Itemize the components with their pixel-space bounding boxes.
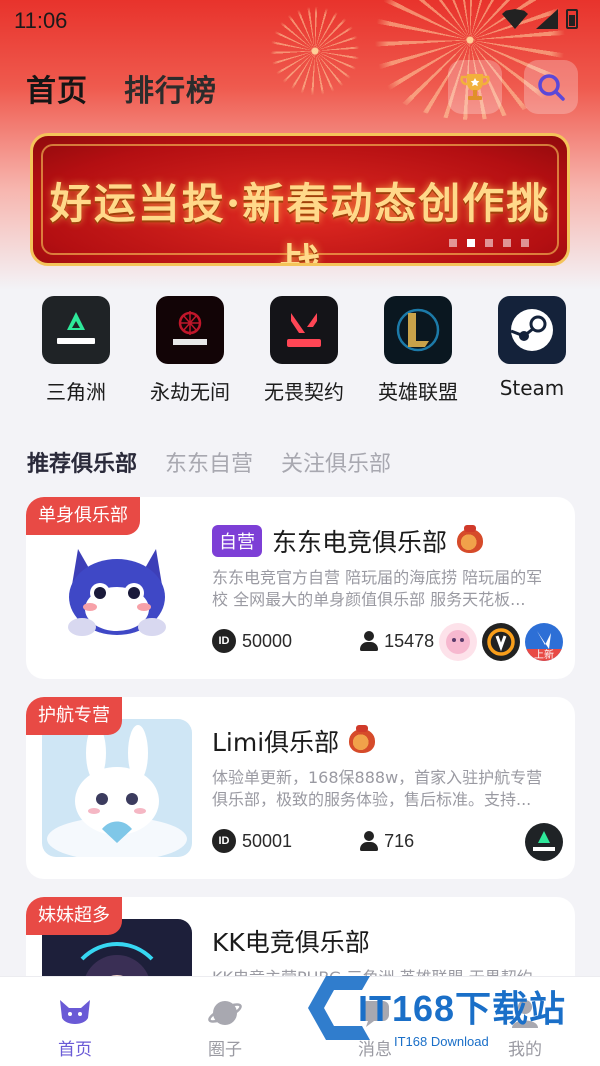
top-tabs: 首页 排行榜 bbox=[26, 66, 217, 110]
self-operated-badge: 自营 bbox=[212, 525, 262, 557]
anime-game-icon bbox=[439, 623, 477, 661]
club-name: KK电竞俱乐部 bbox=[212, 928, 370, 957]
search-icon bbox=[538, 74, 565, 101]
game-item-delta[interactable]: 三角洲 bbox=[26, 296, 126, 405]
tab-recommended-clubs[interactable]: 推荐俱乐部 bbox=[27, 446, 137, 478]
game-category-row: 三角洲 永劫无间 无畏契约 英雄联盟 Steam bbox=[26, 296, 582, 405]
game-label: 无畏契约 bbox=[264, 380, 344, 404]
user-icon bbox=[360, 631, 379, 651]
search-button[interactable] bbox=[524, 60, 578, 114]
carousel-dot[interactable] bbox=[485, 239, 493, 247]
game-item-valorant[interactable]: 无畏契约 bbox=[254, 296, 354, 405]
delta-force-icon bbox=[42, 296, 110, 364]
club-name: 东东电竞俱乐部 bbox=[272, 528, 448, 557]
planet-icon bbox=[206, 995, 244, 1031]
cat-mascot-image bbox=[68, 549, 166, 636]
wifi-icon bbox=[502, 9, 528, 29]
club-card[interactable]: 护航专营 Limi俱乐部 体验单更新，168保888w，首家入驻护航专营俱乐部，… bbox=[26, 697, 575, 879]
id-icon: ID bbox=[212, 829, 236, 853]
club-description: 体验单更新，168保888w，首家入驻护航专营俱乐部，极致的服务体验，售后标准。… bbox=[212, 768, 543, 809]
carousel-dot[interactable] bbox=[521, 239, 529, 247]
club-game-icons bbox=[525, 823, 563, 861]
trophy-icon bbox=[460, 74, 490, 100]
steam-icon bbox=[498, 296, 566, 364]
game-label: Steam bbox=[499, 376, 565, 400]
club-avatar bbox=[42, 519, 192, 657]
new-badge: 上新 bbox=[525, 649, 563, 661]
club-id: 50001 bbox=[242, 830, 293, 851]
valorant-icon bbox=[270, 296, 338, 364]
tab-followed-clubs[interactable]: 关注俱乐部 bbox=[281, 446, 391, 478]
club-stats: ID 50000 15478 bbox=[212, 629, 434, 653]
club-game-icons: 上新 bbox=[439, 623, 563, 661]
bunny-mascot-image bbox=[47, 725, 187, 861]
carousel-dot[interactable] bbox=[503, 239, 511, 247]
trophy-button[interactable] bbox=[448, 60, 502, 114]
promo-banner[interactable]: 好运当投·新春动态创作挑战 bbox=[30, 133, 570, 266]
home-mascot-icon bbox=[56, 995, 94, 1031]
club-avatar bbox=[42, 719, 192, 861]
signal-icon bbox=[536, 9, 558, 29]
game-label: 三角洲 bbox=[46, 380, 106, 404]
id-icon: ID bbox=[212, 629, 236, 653]
profile-icon bbox=[506, 995, 544, 1031]
carousel-dot-active[interactable] bbox=[467, 239, 475, 247]
game-item-lol[interactable]: 英雄联盟 bbox=[368, 296, 468, 405]
club-tag: 护航专营 bbox=[26, 697, 122, 735]
clock: 11:06 bbox=[14, 8, 68, 33]
member-count: 716 bbox=[384, 830, 415, 851]
status-bar: 11:06 bbox=[0, 0, 600, 40]
club-stats: ID 50001 716 bbox=[212, 829, 414, 853]
tab-home[interactable]: 首页 bbox=[26, 66, 88, 110]
status-icons bbox=[502, 9, 578, 29]
delta-force-icon bbox=[525, 823, 563, 861]
overwatch-icon bbox=[482, 623, 520, 661]
club-id: 50000 bbox=[242, 630, 293, 651]
nav-messages[interactable]: 消息 bbox=[330, 995, 420, 1066]
lucky-bag-icon bbox=[457, 525, 484, 553]
carousel-dot[interactable] bbox=[449, 239, 457, 247]
nav-label: 我的 bbox=[508, 1040, 542, 1060]
club-tag: 妹妹超多 bbox=[26, 897, 122, 935]
club-card[interactable]: 单身俱乐部 自营 东东电竞俱乐部 东东电竞官方自营 陪玩届的海底捞 陪玩届的军校… bbox=[26, 497, 575, 679]
tab-self-operated[interactable]: 东东自营 bbox=[165, 446, 253, 478]
club-tag: 单身俱乐部 bbox=[26, 497, 140, 535]
club-section-tabs: 推荐俱乐部 东东自营 关注俱乐部 bbox=[27, 446, 391, 478]
banner-title: 好运当投·新春动态创作挑战 bbox=[49, 179, 551, 266]
game-item-steam[interactable]: Steam bbox=[482, 296, 582, 405]
nav-circle[interactable]: 圈子 bbox=[180, 995, 270, 1066]
nav-home[interactable]: 首页 bbox=[30, 995, 120, 1066]
club-title-row: Limi俱乐部 bbox=[212, 723, 376, 759]
member-count: 15478 bbox=[384, 630, 435, 651]
battery-icon bbox=[566, 9, 578, 29]
nav-profile[interactable]: 我的 bbox=[480, 995, 570, 1066]
game-label: 英雄联盟 bbox=[378, 380, 458, 404]
new-game-icon: 上新 bbox=[525, 623, 563, 661]
game-item-naraka[interactable]: 永劫无间 bbox=[140, 296, 240, 405]
nav-label: 圈子 bbox=[208, 1040, 242, 1060]
club-title-row: 自营 东东电竞俱乐部 bbox=[212, 523, 484, 559]
bottom-navigation: 首页 圈子 消息 我的 bbox=[0, 977, 600, 1066]
game-label: 永劫无间 bbox=[150, 380, 230, 404]
naraka-icon bbox=[156, 296, 224, 364]
tab-ranking[interactable]: 排行榜 bbox=[124, 66, 217, 110]
nav-label: 首页 bbox=[58, 1040, 92, 1060]
message-icon bbox=[356, 995, 394, 1031]
club-description: 东东电竞官方自营 陪玩届的海底捞 陪玩届的军校 全网最大的单身颜值俱乐部 服务天… bbox=[212, 568, 543, 609]
nav-label: 消息 bbox=[358, 1040, 392, 1060]
lucky-bag-icon bbox=[349, 725, 376, 753]
club-name: Limi俱乐部 bbox=[212, 728, 340, 757]
carousel-indicator bbox=[449, 239, 529, 247]
user-icon bbox=[360, 831, 379, 851]
league-of-legends-icon bbox=[384, 296, 452, 364]
club-title-row: KK电竞俱乐部 bbox=[212, 923, 370, 959]
